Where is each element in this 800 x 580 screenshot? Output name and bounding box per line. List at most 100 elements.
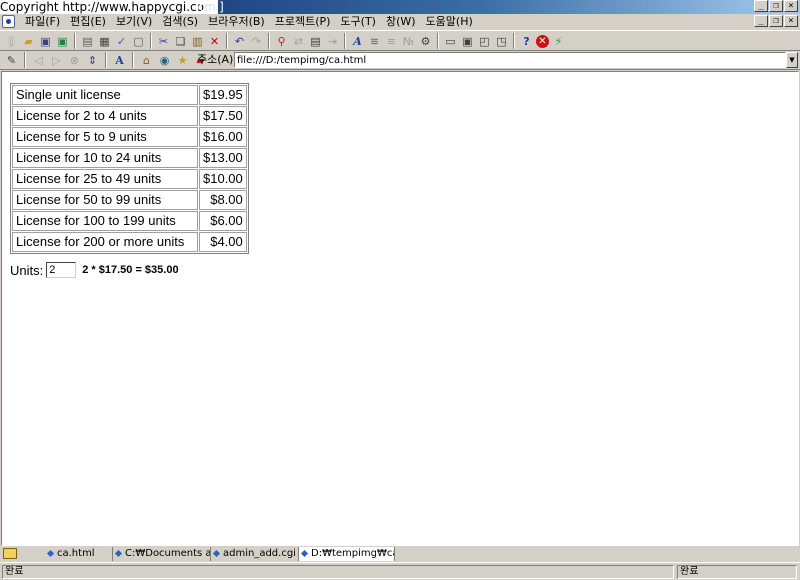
doc-close-icon[interactable]: × [784, 15, 798, 27]
units-input[interactable] [46, 262, 77, 278]
menu-item[interactable]: 보기(V) [111, 14, 157, 30]
forward-icon[interactable]: ▷ [49, 53, 64, 68]
find-next-icon[interactable]: ▤ [308, 34, 323, 49]
refresh-icon[interactable]: ⇕ [85, 53, 100, 68]
delete-icon[interactable]: ✕ [207, 34, 222, 49]
indent-icon[interactable]: ≡ [384, 34, 399, 49]
doc-restore-icon[interactable]: ❐ [769, 15, 783, 27]
favorites-icon[interactable]: ★ [175, 53, 190, 68]
units-label: Units: [10, 262, 44, 278]
table-row: License for 200 or more units $4.00 [12, 232, 247, 252]
font-size-icon[interactable]: A [112, 53, 127, 68]
paste-icon[interactable]: ▥ [190, 34, 205, 49]
print-icon[interactable]: ▦ [97, 34, 112, 49]
menu-item[interactable]: 창(W) [381, 14, 421, 30]
document-tab-bar: ca.html C:₩Documents an admin_add.cgi D:₩te… [0, 546, 800, 562]
properties-icon[interactable]: ▢ [131, 34, 146, 49]
license-price: $6.00 [199, 211, 247, 231]
table-row: License for 5 to 9 units $16.00 [12, 127, 247, 147]
table-row: License for 10 to 24 units $13.00 [12, 148, 247, 168]
document-tab[interactable]: ca.html [45, 547, 113, 561]
window-tile-icon[interactable]: ▭ [443, 34, 458, 49]
license-price: $17.50 [199, 106, 247, 126]
window-title-suffix: itml] [196, 0, 224, 14]
tab-label: C:₩Documents an [125, 548, 211, 559]
license-name: License for 2 to 4 units [12, 106, 198, 126]
help-icon[interactable]: ? [519, 34, 534, 49]
stop-page-icon[interactable]: ⊗ [67, 53, 82, 68]
doc-minimize-icon[interactable]: _ [754, 15, 768, 27]
status-zone: 완료 [677, 565, 797, 579]
table-row: License for 25 to 49 units $10.00 [12, 169, 247, 189]
main-toolbar: ▯ ▰ ▣ ▣ ▤ ▦ ✓ ▢ ✂ ❏ ▥ ✕ ↶ ↷ ⚲ ⇄ ▤ ⇥ A ≋ … [0, 30, 800, 51]
save-all-icon[interactable]: ▣ [55, 34, 70, 49]
spellcheck-icon[interactable]: ✓ [114, 34, 129, 49]
window-controls: _ ❐ × [754, 0, 798, 12]
copy-icon[interactable]: ❏ [173, 34, 188, 49]
stop-icon[interactable]: ✕ [536, 34, 549, 48]
fullscreen-icon[interactable]: ◰ [477, 34, 492, 49]
print-preview-icon[interactable]: ▤ [80, 34, 95, 49]
folder-icon[interactable] [3, 548, 17, 559]
html-file-icon [212, 549, 221, 558]
find-icon[interactable]: ⚲ [274, 34, 289, 49]
menu-item[interactable]: 파일(F) [20, 14, 65, 30]
restore-icon[interactable]: ❐ [769, 0, 783, 12]
browser-icon[interactable]: ◳ [494, 34, 509, 49]
undo-icon[interactable]: ↶ [232, 34, 247, 49]
back-icon[interactable]: ◁ [31, 53, 46, 68]
menu-item[interactable]: 브라우저(B) [203, 14, 270, 30]
minimize-icon[interactable]: _ [754, 0, 768, 12]
browser-content: Single unit license $19.95 License for 2 t… [1, 71, 799, 546]
goto-icon[interactable]: ⇥ [325, 34, 340, 49]
document-window-controls: _ ❐ × [754, 15, 798, 27]
html-file-icon [114, 549, 123, 558]
new-file-icon[interactable]: ▯ [4, 34, 19, 49]
license-name: License for 25 to 49 units [12, 169, 198, 189]
address-input[interactable] [234, 52, 786, 68]
window-cascade-icon[interactable]: ▣ [460, 34, 475, 49]
app-icon[interactable] [2, 15, 15, 28]
license-name: License for 5 to 9 units [12, 127, 198, 147]
replace-icon[interactable]: ⇄ [291, 34, 306, 49]
open-folder-icon[interactable]: ▰ [21, 34, 36, 49]
search-web-icon[interactable]: ◉ [157, 53, 172, 68]
menu-items: 파일(F) 편집(E) 보기(V) 검색(S) 브라우저(B) 프로젝트(P) 도구(T) 창… [20, 14, 478, 30]
table-row: Single unit license $19.95 [12, 85, 247, 105]
document-tab[interactable]: D:₩tempimg₩ca.h [299, 547, 395, 561]
title-bar: Copyright http://www.happycgi.com itml] … [0, 0, 800, 14]
close-icon[interactable]: × [784, 0, 798, 12]
cut-icon[interactable]: ✂ [156, 34, 171, 49]
address-label: 주소(A) [197, 53, 234, 66]
license-price: $19.95 [199, 85, 247, 105]
menu-item[interactable]: 프로젝트(P) [270, 14, 336, 30]
license-name: Single unit license [12, 85, 198, 105]
license-name: License for 100 to 199 units [12, 211, 198, 231]
document-tab[interactable]: C:₩Documents an [113, 547, 211, 561]
html-file-icon [300, 549, 309, 558]
table-row: License for 2 to 4 units $17.50 [12, 106, 247, 126]
chevron-down-icon[interactable]: ▼ [786, 52, 798, 68]
menu-item[interactable]: 검색(S) [157, 14, 203, 30]
wordwrap-icon[interactable]: ≋ [367, 34, 382, 49]
license-price: $4.00 [199, 232, 247, 252]
menu-item[interactable]: 도구(T) [335, 14, 381, 30]
font-icon[interactable]: A [350, 34, 365, 49]
table-row: License for 100 to 199 units $6.00 [12, 211, 247, 231]
settings-icon[interactable]: ⚙ [418, 34, 433, 49]
document-tab[interactable]: admin_add.cgi [211, 547, 299, 561]
redo-icon[interactable]: ↷ [249, 34, 264, 49]
run-icon[interactable]: ⚡ [551, 34, 566, 49]
license-price: $16.00 [199, 127, 247, 147]
window-title: Copyright http://www.happycgi.com [0, 0, 218, 14]
save-icon[interactable]: ▣ [38, 34, 53, 49]
license-price: $13.00 [199, 148, 247, 168]
license-name: License for 200 or more units [12, 232, 198, 252]
license-price-table: Single unit license $19.95 License for 2 t… [10, 83, 249, 254]
license-price: $8.00 [199, 190, 247, 210]
home-icon[interactable]: ⌂ [139, 53, 154, 68]
menu-item[interactable]: 도움말(H) [421, 14, 478, 30]
menu-item[interactable]: 편집(E) [65, 14, 111, 30]
linenumber-icon[interactable]: № [401, 34, 416, 49]
edit-pen-icon[interactable]: ✎ [4, 53, 19, 68]
